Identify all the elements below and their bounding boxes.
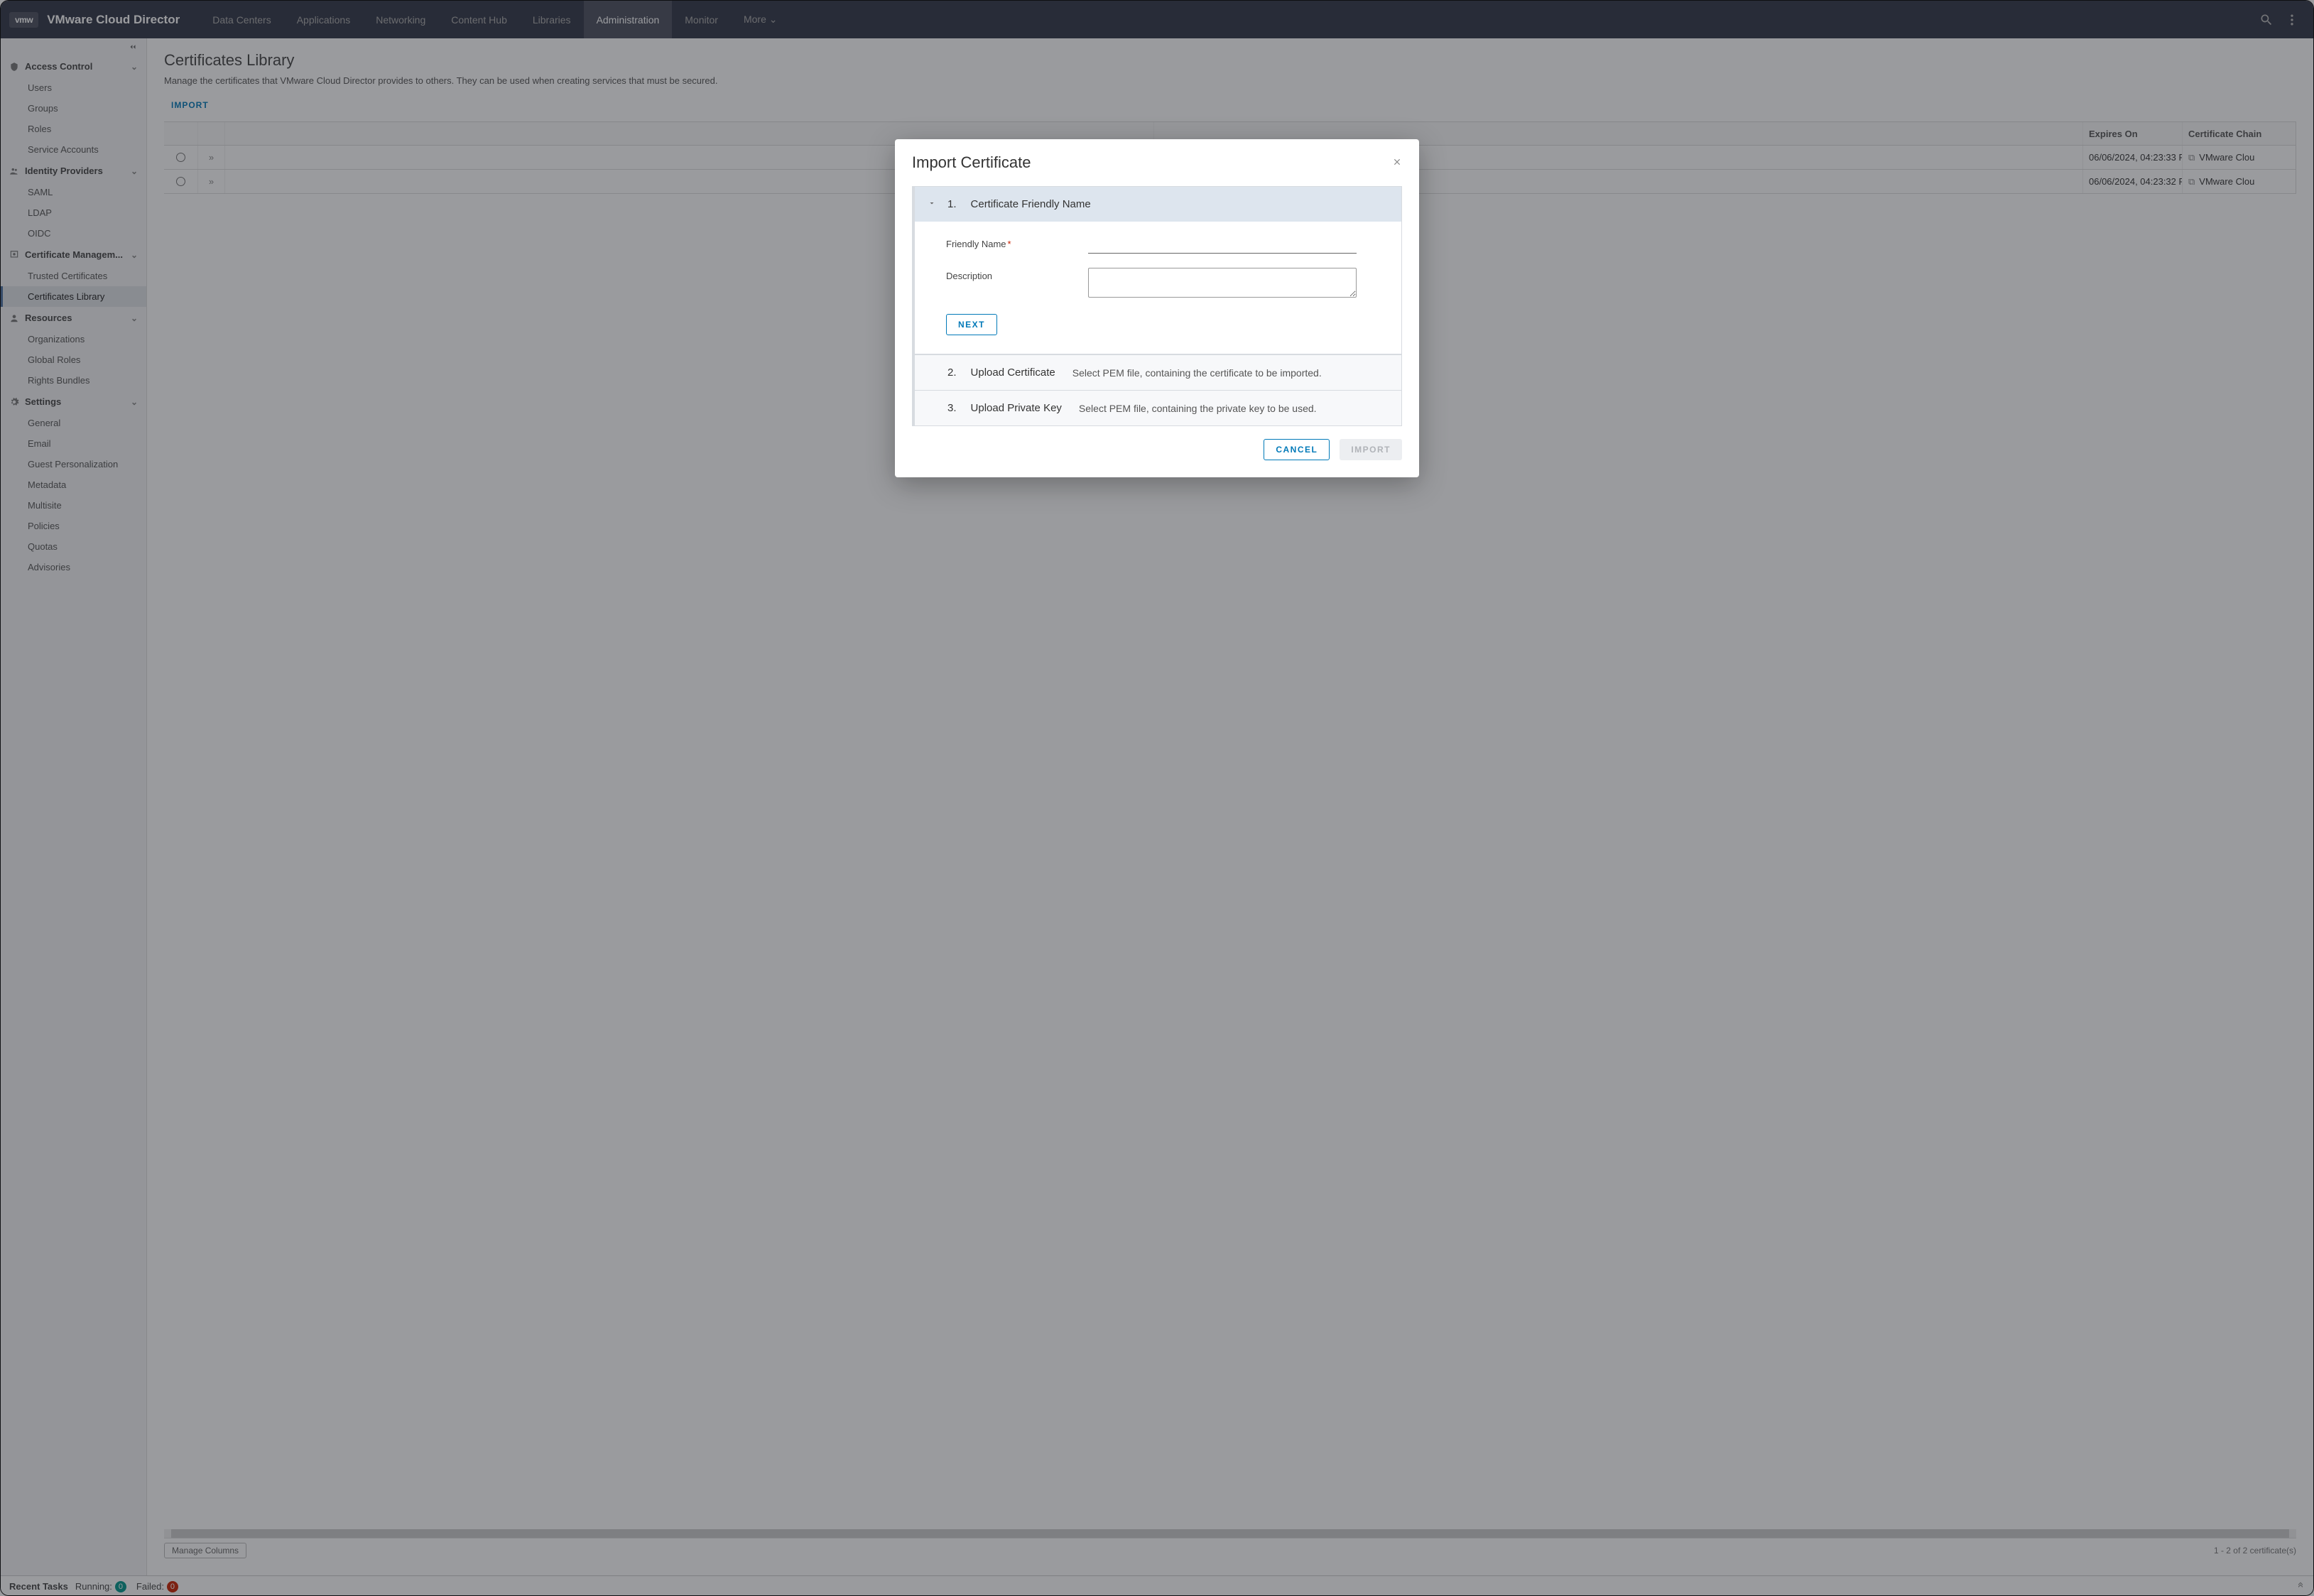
step-hint: Select PEM file, containing the private … — [1079, 403, 1317, 414]
step-number: 3. — [947, 402, 957, 414]
description-textarea[interactable] — [1088, 268, 1357, 298]
step-friendly-name: 1. Certificate Friendly Name Friendly Na… — [915, 187, 1401, 354]
step-title: Upload Certificate — [971, 367, 1055, 379]
next-button[interactable]: NEXT — [946, 314, 997, 335]
step-number: 2. — [947, 367, 957, 379]
wizard-steps: 1. Certificate Friendly Name Friendly Na… — [912, 186, 1402, 426]
close-icon[interactable] — [1392, 157, 1402, 169]
modal-backdrop[interactable]: Import Certificate 1. Certificate Friend… — [0, 0, 2314, 1596]
step-title: Upload Private Key — [971, 402, 1062, 414]
friendly-name-label: Friendly Name* — [946, 236, 1088, 249]
cancel-button[interactable]: CANCEL — [1264, 439, 1330, 460]
import-certificate-modal: Import Certificate 1. Certificate Friend… — [895, 139, 1419, 477]
step-title: Certificate Friendly Name — [971, 198, 1091, 210]
step-upload-certificate[interactable]: 2. Upload Certificate Select PEM file, c… — [915, 354, 1401, 390]
friendly-name-input[interactable] — [1088, 236, 1357, 254]
description-label: Description — [946, 268, 1088, 281]
import-button: IMPORT — [1340, 439, 1402, 460]
step-hint: Select PEM file, containing the certific… — [1072, 367, 1322, 379]
chevron-down-icon — [928, 198, 936, 210]
step-header[interactable]: 1. Certificate Friendly Name — [915, 187, 1401, 222]
step-number: 1. — [947, 198, 957, 210]
step-upload-private-key[interactable]: 3. Upload Private Key Select PEM file, c… — [915, 390, 1401, 425]
modal-title: Import Certificate — [912, 153, 1031, 172]
